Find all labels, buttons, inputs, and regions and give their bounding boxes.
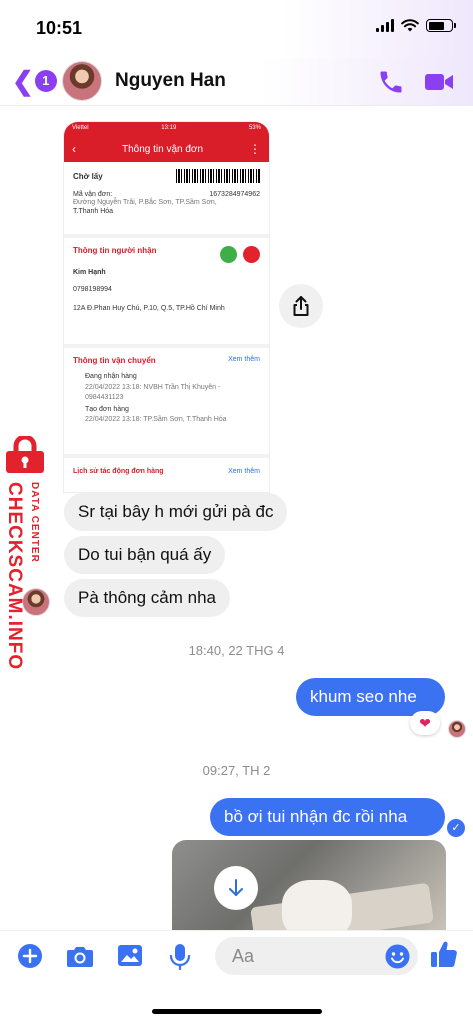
embedded-carrier: Viettel	[72, 125, 89, 131]
watermark-logo: DATA CENTER CHECKSCAM.INFO	[0, 436, 50, 671]
embedded-battery: 53%	[248, 125, 261, 131]
outgoing-message[interactable]: bồ ơi tui nhận đc rồi nha	[210, 798, 445, 836]
contact-name[interactable]: Nguyen Han	[115, 70, 226, 92]
embedded-recipient-address: 12A Đ.Phan Huy Chú, P.10, Q.5, TP.Hồ Chí…	[73, 305, 225, 312]
embedded-recipient-heading: Thông tin người nhận	[73, 246, 157, 255]
shared-screenshot-image[interactable]: Viettel 13:19 53% ‹ Thông tin vận đơn ⋮ …	[64, 122, 269, 492]
gallery-icon[interactable]	[117, 943, 143, 969]
wifi-icon	[401, 19, 419, 32]
arrow-down-icon	[229, 879, 243, 896]
embedded-more-icon: ⋮	[249, 142, 261, 156]
embedded-event2-title: Tạo đơn hàng	[85, 406, 129, 413]
status-time: 10:51	[36, 18, 83, 38]
conversation-header: ❮ 1 Nguyen Han	[0, 58, 473, 106]
embedded-history-section: Lịch sử tác động đơn hàng Xem thêm	[64, 458, 269, 481]
message-input[interactable]	[232, 937, 382, 975]
back-button[interactable]: ❮ 1	[12, 68, 57, 94]
message-timestamp: 09:27, TH 2	[202, 763, 271, 778]
embedded-recipient-phone: 0798198994	[73, 286, 112, 293]
video-call-icon[interactable]	[423, 68, 455, 96]
shared-photo[interactable]	[172, 840, 446, 930]
check-icon: ✓	[447, 819, 465, 837]
embedded-sender-address: Đường Nguyễn Trãi, P.Bắc Sơn, TP.Sầm Sơn…	[73, 199, 217, 206]
incoming-message[interactable]: Do tui bận quá ấy	[64, 536, 226, 574]
emoji-icon[interactable]	[385, 944, 410, 969]
embedded-shipping-section: Thông tin vận chuyển Xem thêm Đang nhận …	[64, 348, 269, 458]
heart-reaction-icon[interactable]: ❤	[410, 711, 440, 735]
unread-badge: 1	[34, 70, 57, 92]
incoming-message[interactable]: Sr tại bây h mới gửi pà đc	[64, 493, 288, 531]
photo-object-shape	[282, 880, 352, 930]
embedded-tracking-label: Mã vận đơn:	[73, 191, 113, 198]
battery-icon	[426, 19, 456, 32]
share-button[interactable]	[279, 284, 323, 328]
embedded-back-icon: ‹	[72, 142, 76, 156]
embedded-time: 13:19	[161, 125, 177, 131]
thumbs-up-icon[interactable]	[430, 939, 458, 969]
chat-icon	[220, 246, 238, 263]
embedded-app-bar: ‹ Thông tin vận đơn ⋮	[64, 136, 269, 162]
download-button[interactable]	[214, 866, 258, 910]
cellular-signal-icon	[376, 19, 394, 32]
embedded-status-bar: Viettel 13:19 53%	[64, 122, 269, 136]
embedded-history-see-more: Xem thêm	[228, 468, 260, 475]
embedded-event2-detail: 22/04/2022 13:18: TP.Sầm Sơn, T.Thanh Hó…	[85, 416, 227, 423]
lock-icon	[6, 436, 44, 473]
phone-call-icon[interactable]	[377, 68, 405, 96]
watermark-site: CHECKSCAM.INFO	[4, 482, 25, 671]
embedded-recipient-section: Thông tin người nhận Kim Hạnh 0798198994…	[64, 238, 269, 348]
watermark-data-center: DATA CENTER	[29, 482, 40, 563]
read-receipt-avatar	[448, 720, 466, 738]
embedded-title: Thông tin vận đơn	[121, 143, 204, 155]
home-indicator[interactable]	[152, 1009, 322, 1014]
message-input-container[interactable]	[215, 937, 418, 975]
message-timestamp: 18:40, 22 THG 4	[188, 643, 285, 658]
chevron-left-icon: ❮	[12, 66, 34, 96]
contact-avatar[interactable]	[62, 61, 102, 101]
embedded-recipient-name: Kim Hạnh	[73, 269, 106, 276]
embedded-tracking-section: Chờ lấy Mã vận đơn: 1673284974962 Đường …	[64, 162, 269, 238]
microphone-icon[interactable]	[169, 943, 191, 971]
embedded-history-heading: Lịch sử tác động đơn hàng	[73, 468, 164, 475]
phone-icon	[243, 246, 260, 263]
embedded-see-more: Xem thêm	[228, 356, 260, 363]
incoming-message[interactable]: Pà thông cảm nha	[64, 579, 230, 617]
embedded-event1-detail: 22/04/2022 13:18: NVBH Trần Thị Khuyên -…	[85, 384, 221, 401]
status-bar: 10:51	[0, 0, 473, 58]
status-icons	[376, 19, 456, 32]
plus-circle-icon[interactable]	[17, 943, 43, 969]
embedded-event1-title: Đang nhận hàng	[85, 373, 137, 380]
embedded-shipping-heading: Thông tin vận chuyển	[73, 356, 156, 365]
embedded-sender-province: T.Thanh Hóa	[73, 208, 114, 215]
barcode-icon	[176, 169, 260, 183]
embedded-tracking-number: 1673284974962	[209, 191, 260, 198]
camera-icon[interactable]	[66, 943, 94, 969]
share-icon	[293, 296, 309, 316]
